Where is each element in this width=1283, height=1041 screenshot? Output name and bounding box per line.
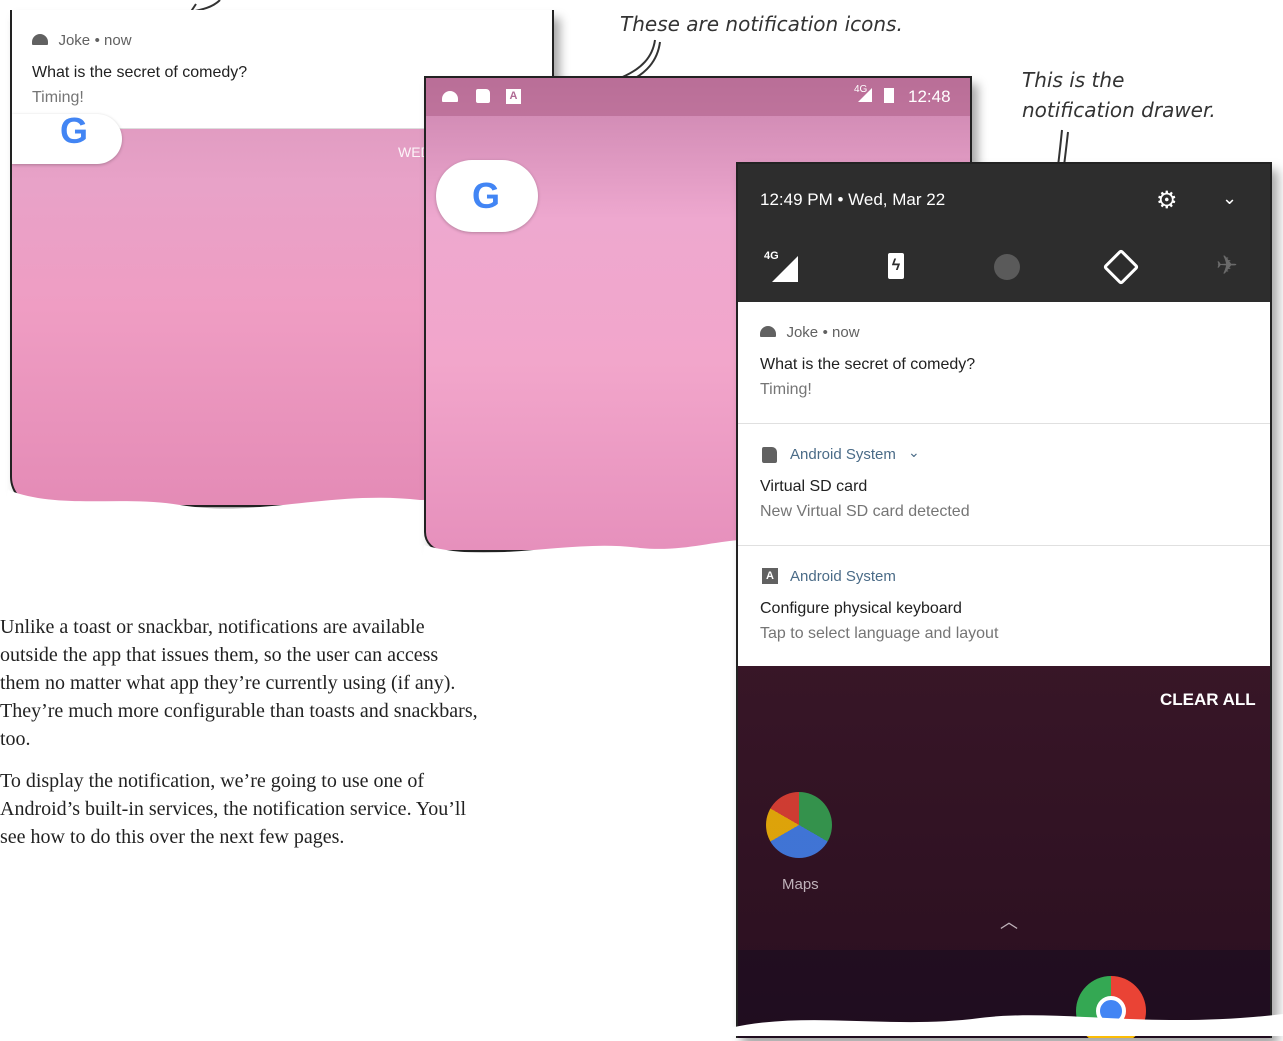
maps-app[interactable]: Maps — [764, 792, 838, 893]
notif-text: Timing! — [32, 89, 84, 106]
middle-torn-edge — [420, 520, 740, 580]
keyboard-status-icon: A — [506, 89, 521, 104]
android-status-icon — [442, 91, 458, 102]
signal-icon — [772, 256, 798, 282]
expand-chevron-icon[interactable]: ⌄ — [1222, 188, 1237, 209]
google-g-icon-middle: G — [472, 175, 501, 216]
joke-notification[interactable]: Joke • now What is the secret of comedy?… — [738, 302, 1270, 423]
notification-drawer-screen: 12:49 PM • Wed, Mar 22 ⚙ ⌄ 4G ϟ ✈ Joke •… — [736, 162, 1272, 1038]
body-paragraph-1: Unlike a toast or snackbar, notification… — [0, 616, 478, 750]
notif-text: New Virtual SD card detected — [760, 503, 970, 520]
notif-title: Configure physical keyboard — [760, 600, 962, 617]
google-search-widget[interactable]: G — [12, 110, 122, 164]
keyboard-icon: A — [762, 568, 778, 584]
google-search-widget-middle[interactable]: G — [436, 160, 538, 232]
drawer-torn-edge — [730, 1000, 1283, 1036]
notif-text: Tap to select language and layout — [760, 625, 999, 642]
data-saver-icon[interactable] — [994, 254, 1020, 280]
app-drawer-chevron-icon[interactable]: ︿ — [1000, 908, 1018, 934]
notif-text: Timing! — [760, 381, 812, 398]
google-g-icon: G — [60, 110, 89, 151]
joke-app-header: Joke • now — [32, 32, 132, 50]
notif-app-name: Android System — [790, 568, 896, 585]
notif-title: Virtual SD card — [760, 478, 868, 495]
battery-status-icon — [884, 88, 894, 103]
android-icon — [760, 326, 776, 337]
sd-card-status-icon — [476, 89, 490, 103]
sd-card-notification[interactable]: Android System ⌄ Virtual SD card New Vir… — [738, 424, 1270, 545]
maps-icon — [766, 792, 832, 858]
notif-title: What is the secret of comedy? — [760, 356, 976, 373]
android-icon — [32, 34, 48, 45]
notif-time: now — [832, 324, 860, 341]
keyboard-notification[interactable]: A Android System Configure physical keyb… — [738, 546, 1270, 666]
notif-app-name: Android System — [790, 446, 896, 463]
signal-status-icon — [858, 88, 872, 102]
annotation-notification-icons: These are notification icons. — [620, 12, 903, 36]
expand-chevron-icon[interactable]: ⌄ — [908, 444, 920, 461]
clear-all-button[interactable]: CLEAR ALL — [1160, 690, 1256, 710]
settings-gear-icon[interactable]: ⚙ — [1156, 186, 1178, 215]
status-time: 12:48 — [908, 87, 951, 106]
annotation-drawer-line2: notification drawer. — [1022, 98, 1216, 122]
quick-settings-panel: 12:49 PM • Wed, Mar 22 ⚙ ⌄ 4G ϟ ✈ — [738, 164, 1270, 302]
notif-app-name: Joke — [786, 324, 819, 341]
sd-card-icon — [762, 447, 777, 463]
qs-4g-tile[interactable]: 4G — [764, 250, 804, 282]
notif-title: What is the secret of comedy? — [32, 64, 248, 81]
notification-list: Joke • now What is the secret of comedy?… — [738, 302, 1270, 666]
annotation-drawer-line1: This is the — [1022, 68, 1125, 92]
airplane-icon[interactable]: ✈ — [1216, 250, 1238, 281]
notif-time: now — [104, 32, 132, 49]
drawer-time-date: 12:49 PM • Wed, Mar 22 — [760, 190, 946, 209]
notif-app-name: Joke — [58, 32, 91, 49]
body-paragraph-2: To display the notification, we’re going… — [0, 770, 467, 848]
maps-label: Maps — [782, 876, 819, 893]
status-bar: A 4G 12:48 — [426, 78, 970, 116]
battery-charging-icon[interactable]: ϟ — [888, 253, 904, 279]
auto-rotate-icon[interactable] — [1102, 248, 1140, 286]
